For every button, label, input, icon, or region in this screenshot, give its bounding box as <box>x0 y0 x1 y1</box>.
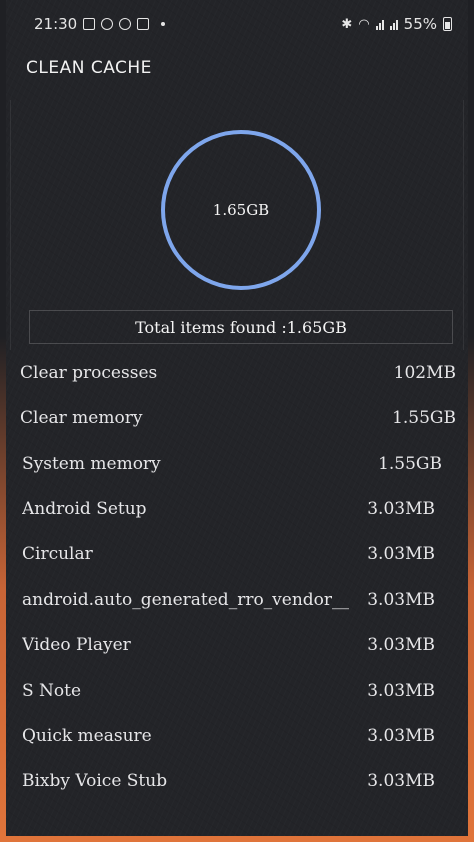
battery-icon <box>443 17 452 31</box>
bluetooth-icon: ✱ <box>341 16 353 32</box>
more-notifications-icon <box>161 22 166 26</box>
item-name: S Note <box>22 680 82 701</box>
gallery-icon <box>83 18 96 30</box>
total-items-label: Total items found :1.65GB <box>135 317 347 337</box>
item-name: Bixby Voice Stub <box>22 770 168 791</box>
list-item[interactable]: Android Setup 3.03MB <box>6 486 468 531</box>
item-name: Quick measure <box>22 725 152 746</box>
item-size: 3.03MB <box>367 680 435 701</box>
item-size: 3.03MB <box>367 498 435 519</box>
list-item[interactable]: Video Player 3.03MB <box>6 622 468 667</box>
item-size: 3.03MB <box>367 589 435 610</box>
signal-icon <box>375 18 384 30</box>
list-item[interactable]: android.auto_generated_rro_vendor__ 3.03… <box>6 577 468 622</box>
summary-panel: 1.65GB Total items found :1.65GB <box>10 100 464 350</box>
message-icon <box>101 18 114 30</box>
app-screen: 21:30 ✱ ◠ 55% CLEAN CACHE 1.65GB Total i… <box>6 0 468 836</box>
item-size: 1.55GB <box>378 453 442 474</box>
item-name: android.auto_generated_rro_vendor__ <box>22 589 350 610</box>
status-bar: 21:30 ✱ ◠ 55% <box>6 0 468 48</box>
item-name: Circular <box>22 543 93 564</box>
status-right: ✱ ◠ 55% <box>341 15 452 33</box>
item-size: 102MB <box>393 362 456 383</box>
item-name: Clear memory <box>20 407 143 428</box>
list-item[interactable]: Clear processes 102MB <box>6 350 468 395</box>
list-item[interactable]: Quick measure 3.03MB <box>6 713 468 758</box>
screenshot-frame: 21:30 ✱ ◠ 55% CLEAN CACHE 1.65GB Total i… <box>0 0 474 842</box>
item-size: 3.03MB <box>367 543 435 564</box>
item-name: System memory <box>22 453 161 474</box>
item-size: 1.55GB <box>392 407 456 428</box>
item-name: Video Player <box>22 634 131 655</box>
page-title: CLEAN CACHE <box>26 58 152 78</box>
item-size: 3.03MB <box>367 634 435 655</box>
list-item[interactable]: Bixby Voice Stub 3.03MB <box>6 758 468 803</box>
list-item[interactable]: System memory 1.55GB <box>6 441 468 486</box>
item-size: 3.03MB <box>367 770 435 791</box>
ring-value: 1.65GB <box>212 201 270 219</box>
total-items-box: Total items found :1.65GB <box>29 310 453 344</box>
status-left: 21:30 <box>34 15 166 33</box>
signal-2-icon <box>389 18 398 30</box>
list-item[interactable]: Clear memory 1.55GB <box>6 395 468 440</box>
item-name: Clear processes <box>20 362 158 383</box>
item-name: Android Setup <box>22 498 147 519</box>
status-time: 21:30 <box>34 15 78 33</box>
cast-icon <box>137 18 150 30</box>
battery-percent: 55% <box>403 15 437 33</box>
list-item[interactable]: S Note 3.03MB <box>6 668 468 713</box>
whatsapp-icon <box>119 18 132 30</box>
list-item[interactable]: Circular 3.03MB <box>6 531 468 576</box>
item-size: 3.03MB <box>367 725 435 746</box>
cache-ring[interactable]: 1.65GB <box>161 130 321 290</box>
wifi-icon: ◠ <box>358 16 370 32</box>
